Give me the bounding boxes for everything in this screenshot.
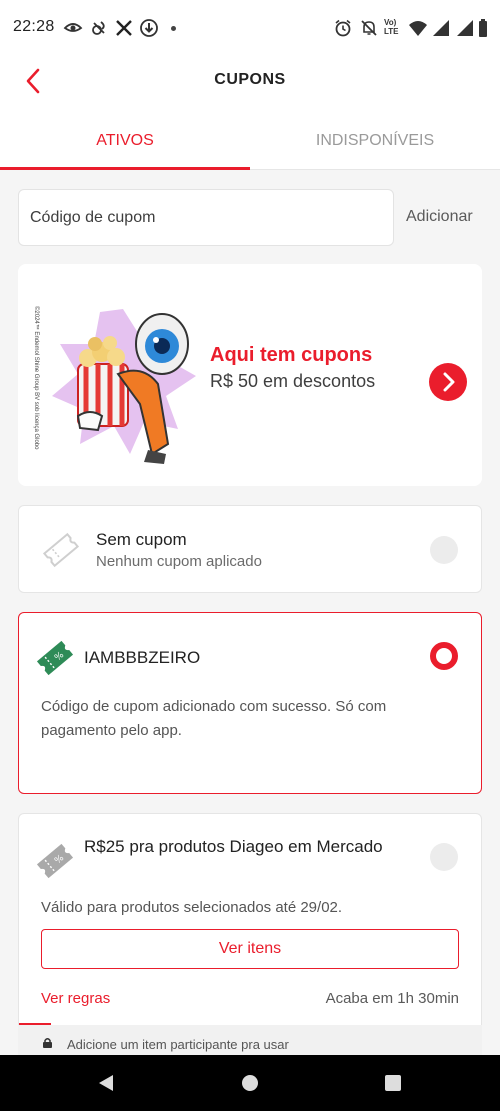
view-items-button[interactable]: Ver itens (41, 929, 459, 969)
lock-icon (42, 1037, 53, 1048)
gray-ticket-icon: % (35, 841, 75, 881)
banner-subtitle: R$ 50 em descontos (210, 371, 376, 391)
screen: 22:28 Vo) LTE CUPONS ATIVOS INDISPONÍVEI… (0, 0, 500, 1111)
more-notifications-dot (171, 26, 176, 31)
banner-copyright: ©2024™ Endemol Shine Group BV sob licenç… (33, 306, 39, 450)
coupon-card-none[interactable]: Sem cupom Nenhum cupom aplicado (18, 505, 482, 593)
coupon-card-diageo[interactable]: % R$25 pra produtos Diageo em Mercado Vá… (18, 813, 482, 1053)
radio-none[interactable] (430, 536, 458, 564)
download-notification-icon (139, 18, 159, 38)
nav-back-icon[interactable] (96, 1073, 116, 1093)
coupon-subtitle: Nenhum cupom aplicado (96, 553, 262, 570)
coupon-code-input[interactable] (18, 189, 394, 246)
view-rules-link[interactable]: Ver regras (41, 990, 110, 1007)
locked-note: Adicione um item participante pra usar (18, 1025, 482, 1055)
add-coupon-button[interactable]: Adicionar (406, 208, 473, 226)
coupon-description: Código de cupom adicionado com sucesso. … (41, 698, 387, 739)
nav-home-icon[interactable] (240, 1073, 260, 1093)
coupon-card-iambbbzeiro[interactable]: % IAMBBBZEIRO Código de cupom adicionado… (18, 612, 482, 794)
expiration-text: Acaba em 1h 30min (325, 990, 459, 1007)
active-tab-indicator (0, 167, 250, 170)
mascot-popcorn-image (48, 304, 198, 469)
tab-indisponiveis[interactable]: INDISPONÍVEIS (250, 132, 500, 150)
green-ticket-icon: % (35, 638, 75, 678)
banner-title: Aqui tem cupons (210, 344, 373, 366)
coupon-title: Sem cupom (96, 530, 187, 549)
tab-ativos[interactable]: ATIVOS (0, 132, 250, 150)
status-bar: 22:28 Vo) LTE (0, 0, 500, 58)
locked-note-text: Adicione um item participante pra usar (67, 1037, 289, 1052)
nav-recents-icon[interactable] (383, 1073, 403, 1093)
page-title: CUPONS (214, 71, 286, 88)
volte-icon: Vo) LTE (384, 18, 399, 36)
wifi-icon (408, 18, 428, 38)
ticket-outline-icon (41, 530, 81, 570)
tab-bar: ATIVOS INDISPONÍVEIS (0, 122, 500, 170)
signal-2-icon (455, 18, 475, 38)
food-notification-icon (89, 18, 109, 38)
battery-icon (477, 18, 489, 38)
x-notification-icon (114, 18, 134, 38)
signal-icon (431, 18, 451, 38)
muted-bell-icon (359, 18, 379, 38)
header: CUPONS (0, 58, 500, 106)
alarm-icon (333, 18, 353, 38)
system-nav-bar (0, 1055, 500, 1111)
radio-diageo[interactable] (430, 843, 458, 871)
coupon-description: Válido para produtos selecionados até 29… (41, 899, 343, 916)
eye-notification-icon (63, 18, 83, 38)
status-time: 22:28 (13, 18, 55, 35)
radio-selected[interactable] (430, 642, 458, 670)
promo-banner[interactable]: ©2024™ Endemol Shine Group BV sob licenç… (18, 264, 482, 486)
coupon-title: IAMBBBZEIRO (84, 648, 201, 667)
coupon-title: R$25 pra produtos Diageo em Mercado (84, 837, 383, 856)
chevron-right-icon[interactable] (429, 363, 467, 401)
